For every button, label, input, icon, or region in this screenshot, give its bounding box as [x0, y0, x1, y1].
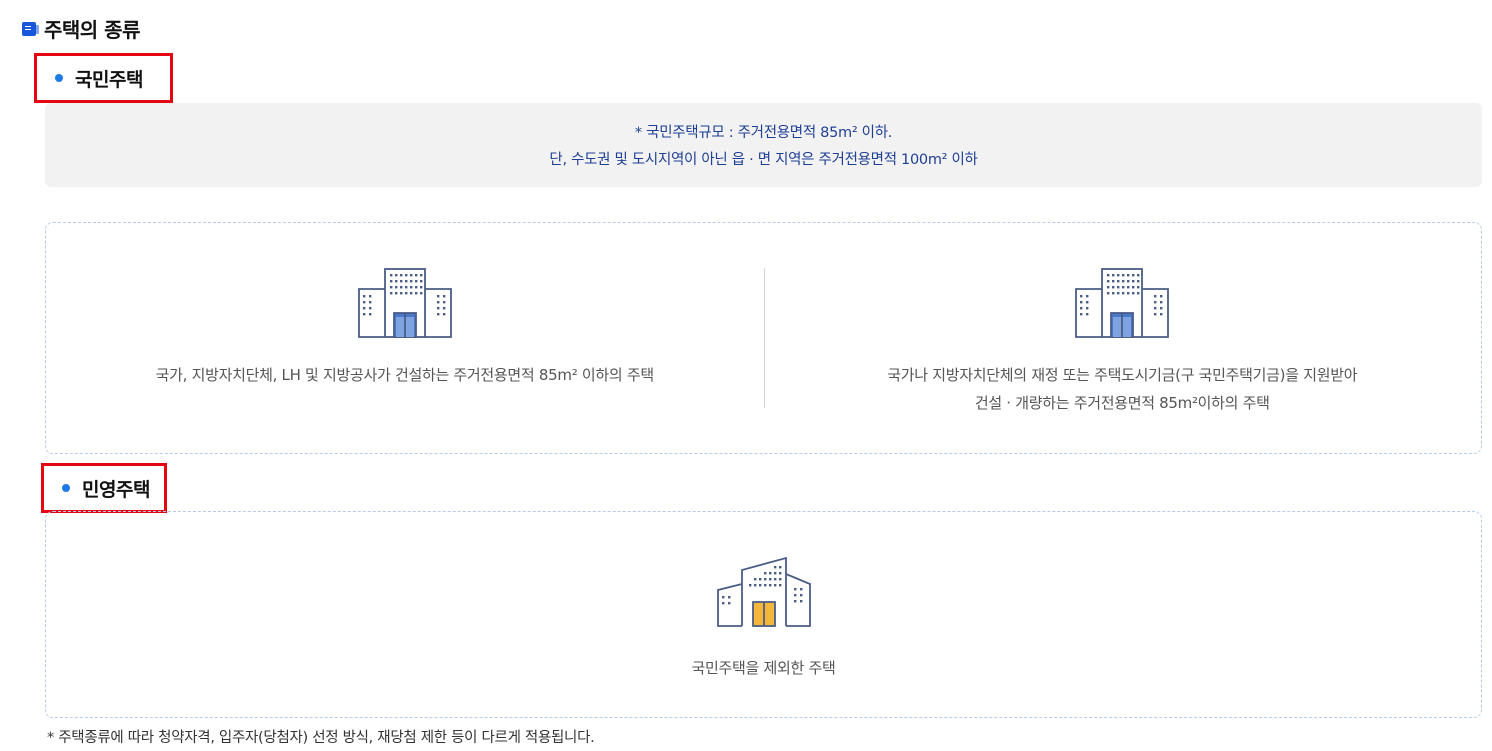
private-housing-definition: 국민주택을 제외한 주택 [45, 511, 1482, 718]
section-title: 국민주택 [75, 68, 143, 91]
definition-line: 국가, 지방자치단체, LH 및 지방공사가 건설하는 주거전용면적 85m² … [155, 366, 655, 384]
section-heading-national-housing: 국민주택 [34, 53, 173, 103]
apartment-building-icon [1075, 268, 1170, 338]
apartment-building-icon [716, 556, 811, 627]
definition-text: 국민주택을 제외한 주택 [691, 659, 836, 677]
page-title: 주택의 종류 [44, 18, 140, 42]
note-line-1: * 국민주택규모 : 주거전용면적 85m² 이하. [634, 125, 893, 141]
national-housing-size-note: * 국민주택규모 : 주거전용면적 85m² 이하. 단, 수도권 및 도시지역… [45, 103, 1482, 187]
apartment-building-icon [357, 268, 452, 338]
definition-line: 국가나 지방자치단체의 재정 또는 주택도시기금(구 국민주택기금)을 지원받아 [887, 366, 1358, 384]
bullet-dot-icon [55, 74, 63, 82]
page-header: 주택의 종류 [22, 14, 140, 43]
definition-card-private: 국민주택을 제외한 주택 [46, 512, 1481, 717]
definition-card-public-construction: 국가, 지방자치단체, LH 및 지방공사가 건설하는 주거전용면적 85m² … [46, 223, 764, 453]
note-line-2: 단, 수도권 및 도시지역이 아닌 읍 · 면 지역은 주거전용면적 100m²… [549, 152, 978, 168]
section-title: 민영주택 [82, 478, 150, 501]
section-heading-private-housing: 민영주택 [41, 463, 167, 513]
document-icon [22, 21, 39, 36]
national-housing-definitions: 국가, 지방자치단체, LH 및 지방공사가 건설하는 주거전용면적 85m² … [45, 222, 1482, 454]
footnote: * 주택종류에 따라 청약자격, 입주자(당첨자) 선정 방식, 재당첨 제한 … [47, 730, 595, 746]
definition-text: 국가, 지방자치단체, LH 및 지방공사가 건설하는 주거전용면적 85m² … [155, 361, 655, 389]
definition-card-fund-supported: 국가나 지방자치단체의 재정 또는 주택도시기금(구 국민주택기금)을 지원받아… [764, 223, 1482, 453]
definition-line: 건설 · 개량하는 주거전용면적 85m²이하의 주택 [974, 394, 1270, 412]
bullet-dot-icon [62, 484, 70, 492]
definition-text: 국가나 지방자치단체의 재정 또는 주택도시기금(구 국민주택기금)을 지원받아… [887, 361, 1357, 417]
